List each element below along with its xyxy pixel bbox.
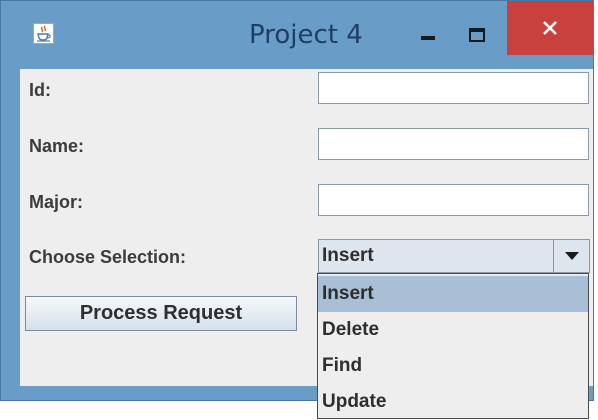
minimize-icon [421,36,435,40]
dropdown-option-insert[interactable]: Insert [318,276,588,312]
selection-combobox[interactable]: Insert [318,239,590,273]
close-button[interactable] [507,1,593,55]
major-label: Major: [29,192,83,212]
dropdown-option-update[interactable]: Update [318,384,588,420]
id-label: Id: [29,80,51,100]
selection-label: Choose Selection: [29,247,187,267]
close-icon [543,21,557,35]
dropdown-option-delete[interactable]: Delete [318,312,588,348]
window-title: Project 4 [249,20,363,50]
combo-arrow-button[interactable] [553,240,589,272]
selection-value: Insert [322,245,374,266]
maximize-button[interactable] [461,23,493,47]
id-field[interactable] [318,72,589,104]
major-field[interactable] [318,184,589,216]
minimize-button[interactable] [413,27,443,47]
selection-dropdown-list: Insert Delete Find Update [317,273,589,419]
name-label: Name: [29,136,85,156]
triangle-down-icon [564,252,579,260]
title-bar[interactable]: Project 4 [1,1,593,69]
maximize-icon [469,28,485,42]
process-request-button[interactable]: Process Request [25,296,297,331]
name-field[interactable] [318,128,589,160]
java-coffee-cup-icon[interactable] [33,23,54,44]
dropdown-option-find[interactable]: Find [318,348,588,384]
